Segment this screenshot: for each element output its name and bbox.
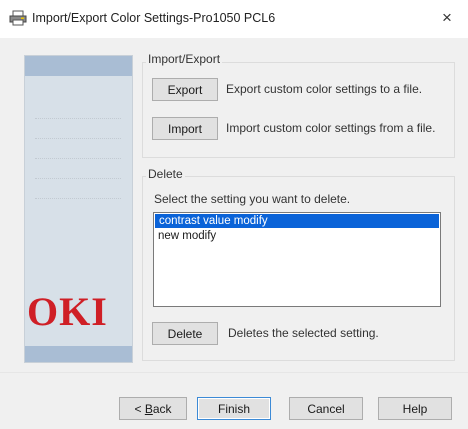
panel-pattern xyxy=(35,138,121,139)
close-button[interactable]: × xyxy=(436,7,458,29)
window-title: Import/Export Color Settings-Pro1050 PCL… xyxy=(32,11,276,25)
delete-button[interactable]: Delete xyxy=(152,322,218,345)
title-bar: Import/Export Color Settings-Pro1050 PCL… xyxy=(0,0,468,38)
finish-button[interactable]: Finish xyxy=(197,397,271,420)
panel-pattern xyxy=(35,198,121,199)
back-rest: ack xyxy=(152,402,172,416)
cancel-button[interactable]: Cancel xyxy=(289,397,363,420)
brand-side-panel: OKI xyxy=(24,55,133,363)
back-mnemonic: B xyxy=(144,402,153,416)
delete-instruction: Select the setting you want to delete. xyxy=(154,192,351,206)
panel-pattern xyxy=(35,158,121,159)
panel-top-band xyxy=(25,56,132,76)
export-button[interactable]: Export xyxy=(152,78,218,101)
back-prefix: < xyxy=(134,402,145,416)
oki-logo: OKI xyxy=(27,289,108,334)
delete-description: Deletes the selected setting. xyxy=(228,326,379,340)
panel-bottom-band xyxy=(25,346,132,362)
settings-listbox[interactable]: contrast value modify new modify xyxy=(153,212,441,307)
import-description: Import custom color settings from a file… xyxy=(226,121,436,135)
list-item[interactable]: new modify xyxy=(154,229,440,243)
panel-pattern xyxy=(35,118,121,119)
import-button[interactable]: Import xyxy=(152,117,218,140)
footer-divider xyxy=(0,372,468,373)
import-export-group xyxy=(142,62,455,158)
printer-icon xyxy=(9,10,27,26)
delete-group-title: Delete xyxy=(146,167,185,181)
panel-pattern xyxy=(35,178,121,179)
back-button[interactable]: < Back xyxy=(119,397,187,420)
list-item[interactable]: contrast value modify xyxy=(155,214,439,228)
export-description: Export custom color settings to a file. xyxy=(226,82,423,96)
import-export-group-title: Import/Export xyxy=(146,52,223,66)
help-button[interactable]: Help xyxy=(378,397,452,420)
